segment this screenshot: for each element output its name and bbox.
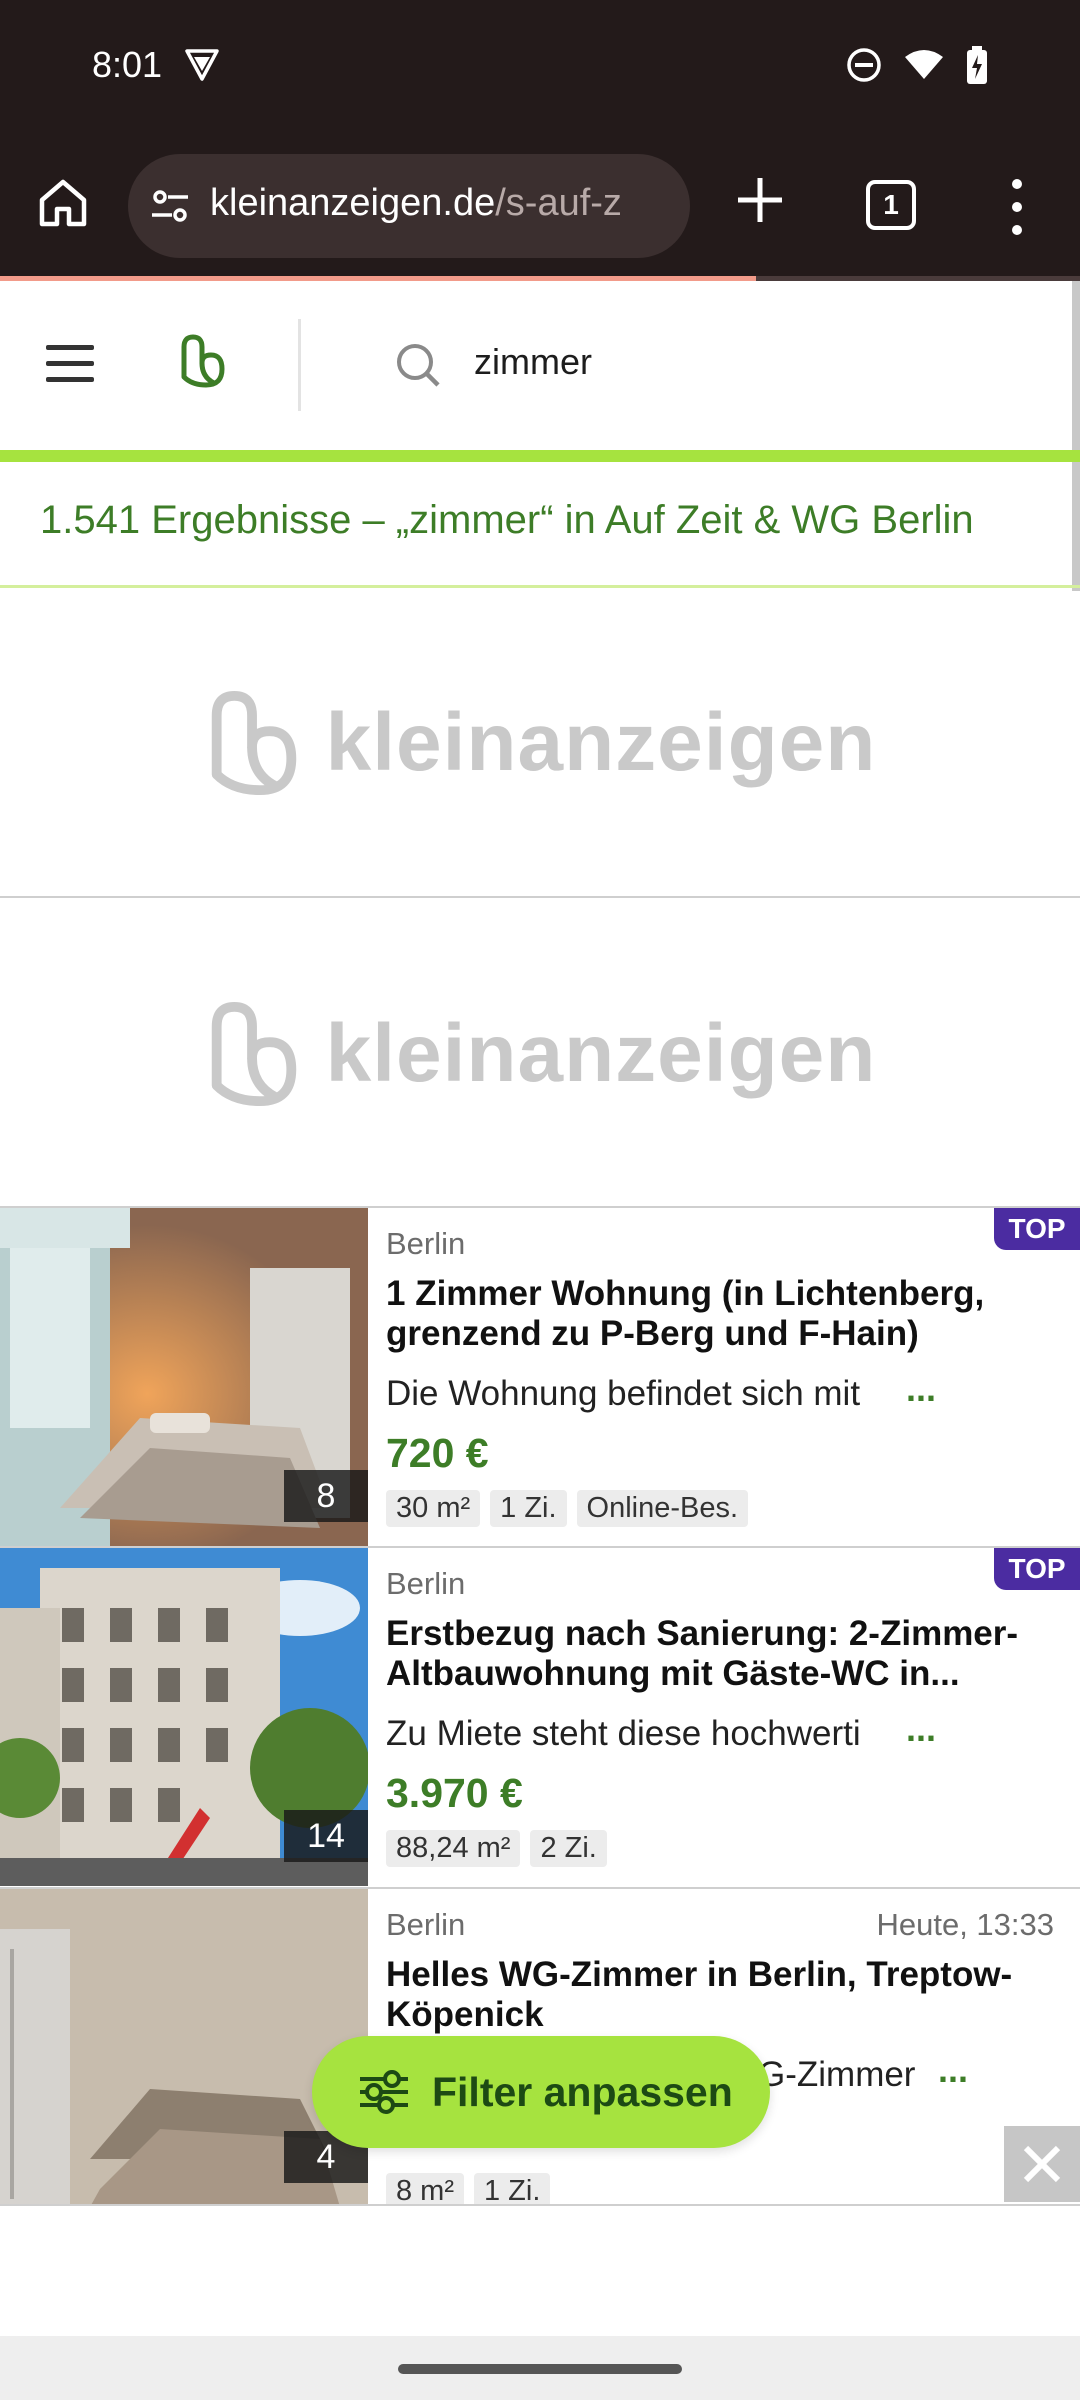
results-summary-bar: 1.541 Ergebnisse – „zimmer“ in Auf Zeit … bbox=[0, 462, 1080, 588]
listing-image[interactable]: 8 bbox=[0, 1208, 368, 1546]
listing-location: Berlin bbox=[386, 1566, 466, 1601]
ad-placeholder: kleinanzeigen bbox=[0, 900, 1080, 1208]
battery-icon bbox=[966, 46, 988, 88]
results-summary: 1.541 Ergebnisse – „zimmer“ in Auf Zeit … bbox=[40, 498, 974, 542]
gesture-handle[interactable] bbox=[398, 2364, 682, 2374]
tab-switcher-button[interactable]: 1 bbox=[866, 180, 916, 230]
more-link[interactable]: ... bbox=[906, 1368, 936, 1410]
listing-tag: 1 Zi. bbox=[490, 1490, 567, 1527]
listing-tag: 2 Zi. bbox=[530, 1830, 607, 1867]
vpn-icon bbox=[184, 48, 220, 86]
listing-location: Berlin bbox=[386, 1226, 466, 1261]
listing-tags: 30 m² 1 Zi. Online-Bes. bbox=[386, 1490, 749, 1527]
home-icon bbox=[39, 179, 87, 227]
system-nav-bar bbox=[0, 2336, 1080, 2400]
listing-item[interactable]: 8 Berlin TOP 1 Zimmer Wohnung (in Lichte… bbox=[0, 1206, 1080, 1546]
listing-title[interactable]: Helles WG-Zimmer in Berlin, Treptow-Köpe… bbox=[386, 1955, 1046, 2035]
status-time: 8:01 bbox=[92, 44, 163, 85]
url-text: kleinanzeigen.de/s-auf-z bbox=[210, 182, 622, 224]
plus-icon bbox=[738, 178, 782, 222]
more-vert-icon bbox=[1012, 179, 1022, 235]
more-link[interactable]: ... bbox=[906, 1708, 936, 1750]
listing-title[interactable]: Erstbezug nach Sanierung: 2-Zimmer-Altba… bbox=[386, 1614, 1046, 1694]
home-button[interactable] bbox=[30, 170, 96, 236]
listing-tag: 30 m² bbox=[386, 1490, 481, 1527]
ad-logo-text: kleinanzeigen bbox=[325, 1008, 877, 1099]
new-tab-button[interactable] bbox=[730, 170, 790, 230]
close-ad-button[interactable] bbox=[1004, 2126, 1080, 2202]
kleinanzeigen-logo-icon bbox=[211, 1001, 296, 1107]
top-badge: TOP bbox=[994, 1548, 1080, 1590]
listing-date: Heute, 13:33 bbox=[876, 1907, 1054, 1942]
listing-description: Zu Miete steht diese hochwerti bbox=[386, 1714, 861, 1753]
listing-image[interactable]: 4 bbox=[0, 1889, 368, 2207]
listing-tags: 88,24 m² 2 Zi. bbox=[386, 1830, 607, 1867]
more-link[interactable]: ... bbox=[938, 2049, 968, 2091]
close-icon bbox=[1023, 2145, 1061, 2183]
listing-price: 720 € bbox=[386, 1430, 489, 1476]
site-settings-icon[interactable] bbox=[148, 184, 192, 232]
listing-tag: Online-Bes. bbox=[576, 1490, 749, 1527]
wifi-icon bbox=[904, 49, 944, 85]
page-bottom-area bbox=[0, 2204, 1080, 2336]
filter-sliders-icon bbox=[360, 2070, 408, 2114]
search-input[interactable]: zimmer bbox=[474, 341, 592, 383]
status-bar: 8:01 bbox=[0, 0, 1080, 132]
ad-logo-text: kleinanzeigen bbox=[325, 697, 877, 788]
filter-button[interactable]: Filter anpassen bbox=[312, 2036, 770, 2148]
search-icon[interactable] bbox=[394, 341, 444, 395]
image-count-badge: 14 bbox=[284, 1810, 368, 1862]
top-badge: TOP bbox=[994, 1208, 1080, 1250]
listing-title[interactable]: 1 Zimmer Wohnung (in Lichtenberg, grenze… bbox=[386, 1274, 1046, 1354]
listing-description: Die Wohnung befindet sich mit bbox=[386, 1374, 861, 1413]
listing-item[interactable]: 14 Berlin TOP Erstbezug nach Sanierung: … bbox=[0, 1546, 1080, 1886]
image-count-badge: 8 bbox=[284, 1470, 368, 1522]
browser-menu-button[interactable] bbox=[1000, 172, 1034, 242]
listing-image[interactable]: 14 bbox=[0, 1548, 368, 1886]
header-divider bbox=[298, 319, 301, 411]
kleinanzeigen-logo[interactable] bbox=[178, 333, 228, 393]
filter-button-label: Filter anpassen bbox=[432, 2068, 733, 2115]
listing-location: Berlin bbox=[386, 1907, 466, 1942]
site-header: zimmer bbox=[0, 281, 1080, 453]
listing-description: G-Zimmer bbox=[758, 2055, 916, 2094]
listing-tag: 88,24 m² bbox=[386, 1830, 521, 1867]
header-accent-line bbox=[0, 450, 1080, 462]
ad-placeholder: kleinanzeigen bbox=[0, 590, 1080, 898]
kleinanzeigen-logo-icon bbox=[211, 690, 296, 796]
listing-price: 3.970 € bbox=[386, 1770, 523, 1816]
browser-toolbar: kleinanzeigen.de/s-auf-z 1 bbox=[0, 132, 1080, 280]
menu-button[interactable] bbox=[46, 345, 94, 383]
do-not-disturb-icon bbox=[846, 47, 882, 87]
address-bar[interactable]: kleinanzeigen.de/s-auf-z bbox=[128, 154, 690, 258]
